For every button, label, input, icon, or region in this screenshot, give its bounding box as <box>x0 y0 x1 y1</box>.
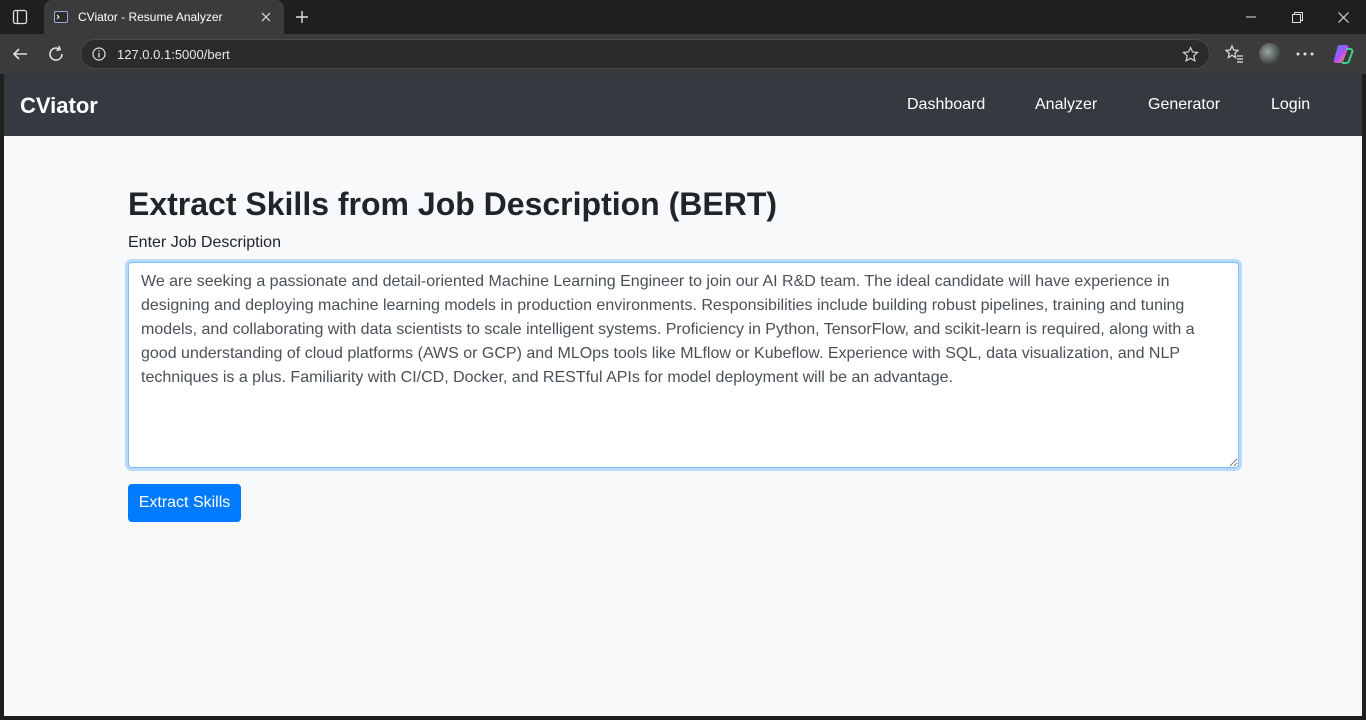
nav-link-login[interactable]: Login <box>1271 96 1310 114</box>
close-window-icon[interactable] <box>1320 0 1366 34</box>
copilot-icon[interactable] <box>1331 42 1355 66</box>
page-viewport: CViator Dashboard Analyzer Generator Log… <box>4 74 1362 716</box>
new-tab-icon[interactable] <box>290 5 314 29</box>
nav-link-generator[interactable]: Generator <box>1148 96 1220 114</box>
browser-tab[interactable]: CViator - Resume Analyzer <box>44 0 284 34</box>
tab-actions-icon[interactable] <box>8 5 32 29</box>
tab-close-icon[interactable] <box>258 9 274 25</box>
browser-tabbar: CViator - Resume Analyzer <box>0 0 1366 34</box>
tab-title: CViator - Resume Analyzer <box>78 10 223 24</box>
address-bar[interactable]: 127.0.0.1:5000/bert <box>80 39 1210 69</box>
back-icon[interactable] <box>6 40 34 68</box>
job-description-label: Enter Job Description <box>128 234 281 251</box>
favorites-icon[interactable] <box>1222 42 1246 66</box>
restore-icon[interactable] <box>1274 0 1320 34</box>
job-description-input[interactable]: We are seeking a passionate and detail-o… <box>128 262 1239 468</box>
extract-skills-button[interactable]: Extract Skills <box>128 484 241 522</box>
browser-toolbar: 127.0.0.1:5000/bert <box>0 34 1366 74</box>
nav-link-dashboard[interactable]: Dashboard <box>907 96 985 114</box>
profile-avatar[interactable] <box>1258 42 1282 66</box>
site-navbar: CViator Dashboard Analyzer Generator Log… <box>4 74 1362 136</box>
minimize-icon[interactable] <box>1228 0 1274 34</box>
url-text[interactable]: 127.0.0.1:5000/bert <box>117 47 1181 62</box>
more-options-icon[interactable] <box>1293 42 1317 66</box>
terminal-favicon-icon <box>54 10 68 24</box>
brand-logo[interactable]: CViator <box>20 93 98 119</box>
page-title: Extract Skills from Job Description (BER… <box>128 186 778 222</box>
nav-link-analyzer[interactable]: Analyzer <box>1035 96 1097 114</box>
reload-icon[interactable] <box>42 40 70 68</box>
favorite-star-icon[interactable] <box>1181 45 1199 63</box>
site-info-icon[interactable] <box>91 46 107 62</box>
